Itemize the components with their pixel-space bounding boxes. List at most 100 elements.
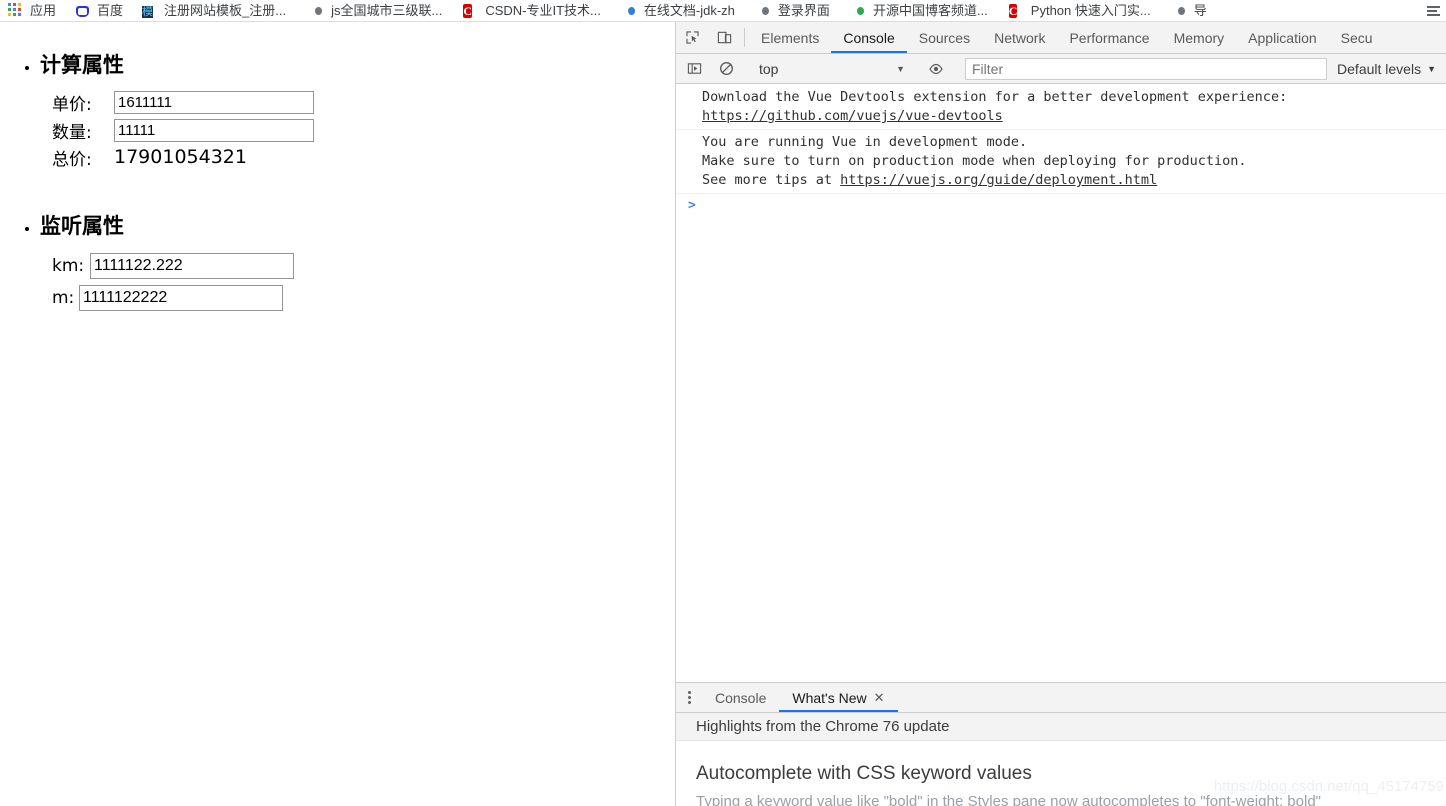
bookmark-label: 登录界面 <box>777 2 830 18</box>
page-content: 计算属性 单价: 数量: 总价: 17901054321 <box>0 22 675 806</box>
chevron-down-icon: ▼ <box>896 63 905 74</box>
tab-performance[interactable]: Performance <box>1057 22 1161 53</box>
execution-context-value: top <box>759 60 779 77</box>
bookmark-label: Python 快速入门实... <box>1030 2 1151 18</box>
toolbar-divider <box>744 28 745 47</box>
field-label: 单价: <box>52 94 92 115</box>
bookmark-login-page[interactable]: 登录界面 <box>754 1 837 21</box>
bookmark-label: 百度 <box>97 2 124 18</box>
bookmark-label: 在线文档-jdk-zh <box>643 2 735 18</box>
bookmark-oschina-blog[interactable]: 开源中国博客频道... <box>849 1 995 21</box>
globe-icon <box>309 3 325 19</box>
clear-console-icon[interactable] <box>710 61 742 76</box>
field-row-quantity: 数量: <box>52 116 675 144</box>
field-row-total-price: 总价: 17901054321 <box>52 144 675 170</box>
watch-fields: km: m: <box>52 250 675 314</box>
bookmark-jdk-doc[interactable]: 在线文档-jdk-zh <box>620 1 742 21</box>
drawer-tab-whats-new[interactable]: What's New ✕ <box>779 683 898 712</box>
bookmark-csdn[interactable]: C CSDN-专业IT技术... <box>461 1 608 21</box>
bookmarks-overflow-icon[interactable] <box>1426 3 1442 19</box>
tab-memory[interactable]: Memory <box>1162 22 1237 53</box>
section-heading: 计算属性 <box>40 53 124 77</box>
globe-icon <box>1172 3 1188 19</box>
computed-fields: 单价: 数量: 总价: 17901054321 <box>52 88 675 170</box>
devtools-tabbar: Elements Console Sources Network Perform… <box>676 22 1446 54</box>
whats-new-subtitle: Highlights from the Chrome 76 update <box>676 713 1446 741</box>
bookmark-label: 应用 <box>30 2 57 18</box>
console-prompt[interactable]: > <box>676 194 1446 213</box>
section-list: 计算属性 单价: 数量: 总价: 17901054321 <box>0 55 675 314</box>
drawer-tabbar: Console What's New ✕ <box>676 683 1446 713</box>
field-row-unit-price: 单价: <box>52 88 675 116</box>
section-heading: 监听属性 <box>40 214 124 238</box>
tab-sources[interactable]: Sources <box>907 22 982 53</box>
live-expression-eye-icon[interactable] <box>920 61 952 77</box>
tab-console[interactable]: Console <box>831 22 908 53</box>
globe-icon <box>756 3 772 19</box>
tab-network[interactable]: Network <box>982 22 1057 53</box>
drawer-tab-label: What's New <box>792 689 867 706</box>
console-message-link[interactable]: https://github.com/vuejs/vue-devtools <box>702 108 1003 124</box>
km-input[interactable] <box>90 253 294 279</box>
globe-blue-icon <box>622 3 638 19</box>
bookmark-python-tutorial[interactable]: C Python 快速入门实... <box>1007 1 1158 21</box>
console-prompt-arrow-icon: > <box>688 198 696 213</box>
console-message-link[interactable]: https://vuejs.org/guide/deployment.html <box>840 172 1157 188</box>
bookmark-baidu[interactable]: 百度 <box>73 1 130 21</box>
bookmark-overflow-item[interactable]: 导 <box>1170 1 1214 21</box>
execution-context-select[interactable]: top ▼ <box>751 58 911 80</box>
bookmark-label: 导 <box>1193 2 1207 18</box>
field-row-km: km: <box>52 250 675 282</box>
field-label: km: <box>52 256 85 276</box>
field-label: 总价: <box>52 149 92 170</box>
inspect-element-icon[interactable] <box>676 22 708 53</box>
log-levels-label: Default levels <box>1337 60 1422 77</box>
close-icon[interactable]: ✕ <box>874 690 885 706</box>
device-toolbar-icon[interactable] <box>708 22 740 53</box>
total-price-value: 17901054321 <box>114 146 247 168</box>
devtools-drawer: Console What's New ✕ Highlights from the… <box>676 682 1446 806</box>
chevron-down-icon: ▼ <box>1427 63 1436 74</box>
whats-new-article-body: Typing a keyword value like "bold" in th… <box>696 792 1321 806</box>
bookmark-site-template[interactable]: 模 注册网站模板_注册... <box>140 1 293 21</box>
bookmark-label: 注册网站模板_注册... <box>164 2 287 18</box>
drawer-tab-label: Console <box>715 689 767 706</box>
console-message[interactable]: Download the Vue Devtools extension for … <box>676 85 1446 130</box>
more-options-icon[interactable] <box>676 683 702 712</box>
console-sidebar-icon[interactable] <box>678 61 710 76</box>
bookmark-label: 开源中国博客频道... <box>872 2 988 18</box>
bookmark-apps[interactable]: 应用 <box>6 1 63 21</box>
browser-window: 应用 百度 模 注册网站模板_注册... js全国城市三级联... C CSDN… <box>0 0 1446 806</box>
field-row-m: m: <box>52 282 675 314</box>
bookmark-js-city[interactable]: js全国城市三级联... <box>307 1 449 21</box>
baidu-icon <box>75 3 91 19</box>
console-filter-input[interactable] <box>965 57 1328 80</box>
m-input[interactable] <box>79 285 283 311</box>
section-computed: 计算属性 单价: 数量: 总价: 17901054321 <box>40 55 675 170</box>
whats-new-article-title[interactable]: Autocomplete with CSS keyword values <box>696 763 1446 786</box>
console-message-line: You are running Vue in development mode. <box>702 134 1028 150</box>
log-levels-dropdown[interactable]: Default levels ▼ <box>1327 61 1446 77</box>
unit-price-input[interactable] <box>114 90 314 114</box>
drawer-tab-console[interactable]: Console <box>702 683 779 712</box>
field-label: m: <box>52 288 75 308</box>
field-label: 数量: <box>52 122 92 143</box>
devtools-panel: Elements Console Sources Network Perform… <box>675 22 1446 806</box>
console-message-list: Download the Vue Devtools extension for … <box>676 85 1446 682</box>
globe-green-icon <box>851 3 867 19</box>
tab-elements[interactable]: Elements <box>749 22 831 53</box>
console-message-line: Download the Vue Devtools extension for … <box>702 89 1288 105</box>
section-watch: 监听属性 km: m: <box>40 216 675 314</box>
apps-grid-icon <box>8 2 24 19</box>
console-message-line: See more tips at <box>702 172 841 188</box>
tab-application[interactable]: Application <box>1236 22 1329 53</box>
console-message[interactable]: You are running Vue in development mode.… <box>676 130 1446 194</box>
bookmark-label: js全国城市三级联... <box>331 2 443 18</box>
whats-new-content: Autocomplete with CSS keyword values Typ… <box>676 741 1446 806</box>
bookmark-label: CSDN-专业IT技术... <box>485 2 601 18</box>
quantity-input[interactable] <box>114 118 314 142</box>
site-icon: 模 <box>142 5 154 18</box>
tab-security[interactable]: Secu <box>1329 22 1385 53</box>
console-filter-bar: top ▼ Default levels ▼ <box>676 54 1446 84</box>
csdn-icon: C <box>463 3 473 18</box>
